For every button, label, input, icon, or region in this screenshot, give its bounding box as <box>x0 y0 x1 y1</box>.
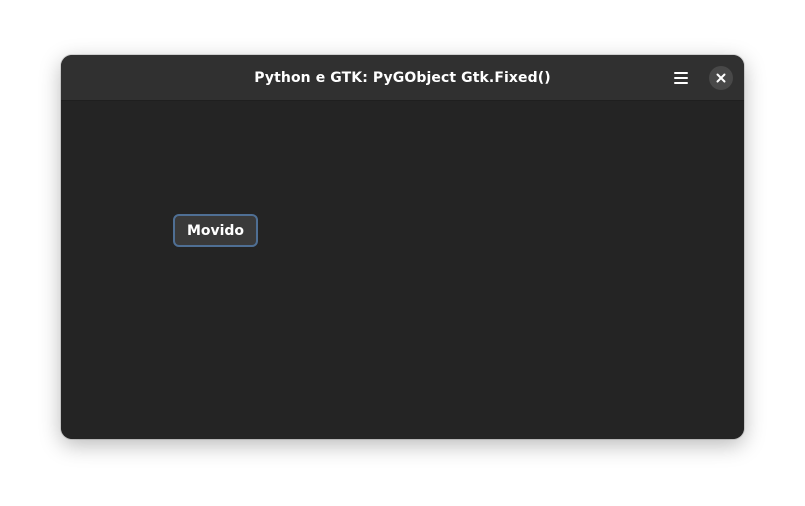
close-icon <box>716 73 726 83</box>
window-title: Python e GTK: PyGObject Gtk.Fixed() <box>254 70 551 86</box>
hamburger-menu-icon-bar <box>674 77 688 79</box>
movido-button[interactable]: Movido <box>173 214 258 247</box>
hamburger-menu-icon <box>674 72 688 74</box>
app-window: Python e GTK: PyGObject Gtk.Fixed() Movi… <box>61 55 744 439</box>
fixed-container: Movido <box>61 101 744 439</box>
main-menu-button[interactable] <box>667 64 695 92</box>
hamburger-menu-icon-bar <box>674 82 688 84</box>
header-bar[interactable]: Python e GTK: PyGObject Gtk.Fixed() <box>61 55 744 101</box>
close-button[interactable] <box>709 66 733 90</box>
